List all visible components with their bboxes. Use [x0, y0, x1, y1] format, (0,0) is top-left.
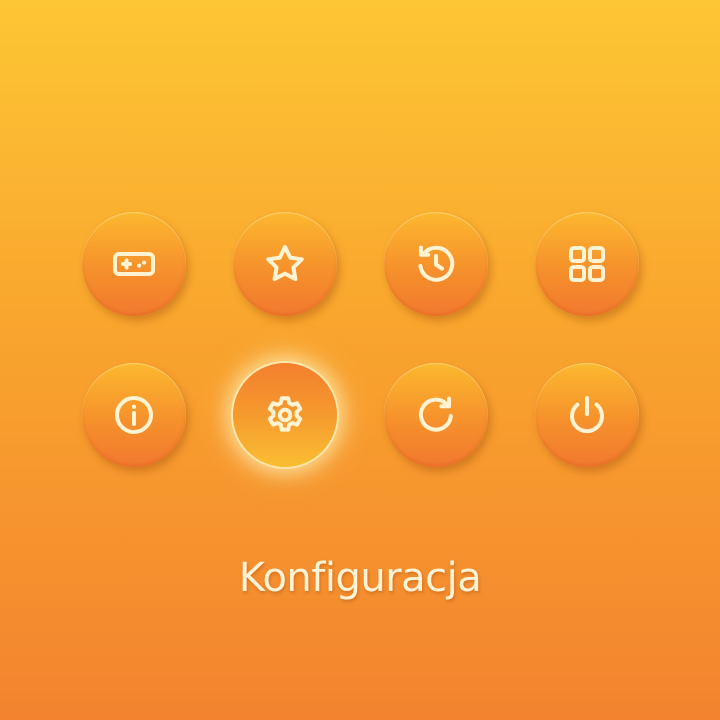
history-icon: [412, 240, 460, 288]
settings-button[interactable]: [233, 363, 337, 467]
games-button[interactable]: [82, 212, 186, 316]
gamepad-icon: [110, 240, 158, 288]
power-button[interactable]: [535, 363, 639, 467]
power-icon: [563, 391, 611, 439]
gear-icon: [261, 391, 309, 439]
refresh-button[interactable]: [384, 363, 488, 467]
info-button[interactable]: [82, 363, 186, 467]
favorites-button[interactable]: [233, 212, 337, 316]
grid-icon: [563, 240, 611, 288]
apps-button[interactable]: [535, 212, 639, 316]
refresh-icon: [412, 391, 460, 439]
info-icon: [110, 391, 158, 439]
selected-item-label: Konfiguracja: [238, 555, 482, 601]
menu-grid: [0, 0, 720, 720]
star-icon: [261, 240, 309, 288]
history-button[interactable]: [384, 212, 488, 316]
